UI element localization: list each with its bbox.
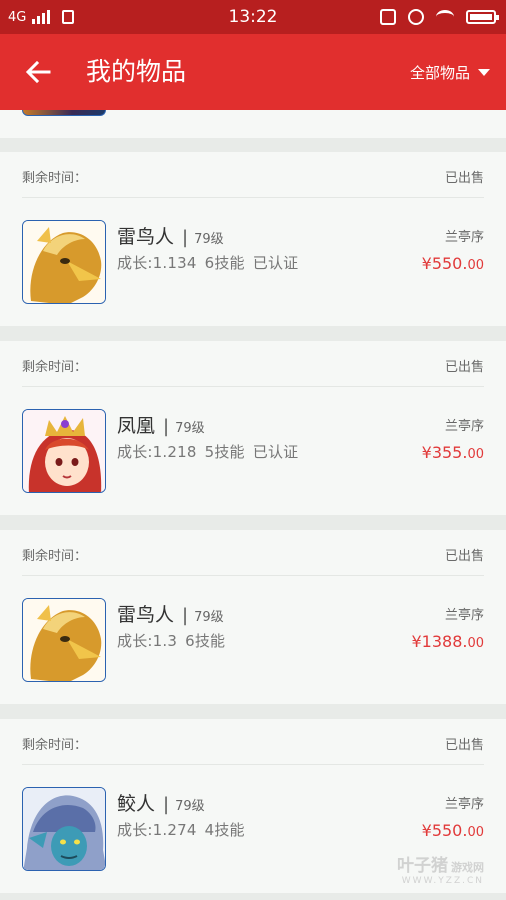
watermark-url: WWW.YZZ.CN xyxy=(401,876,484,886)
pet-level: 79级 xyxy=(175,421,205,436)
item-row[interactable]: 凤凰 | 79级 成长:1.218 5技能 已认证 兰亭序 ¥355.00 xyxy=(22,387,484,513)
pet-details: 成长:1.3 6技能 xyxy=(117,630,233,651)
pet-details: 成长:1.274 4技能 xyxy=(117,819,253,840)
list-item-partial[interactable] xyxy=(0,110,506,138)
skills: 6技能 xyxy=(185,632,226,650)
seller-name: 兰亭序 xyxy=(444,608,484,623)
watermark-sub: 游戏网 xyxy=(451,861,484,874)
seller-name: 兰亭序 xyxy=(444,797,484,812)
pet-name: 鲛人 xyxy=(117,793,156,815)
pet-level: 79级 xyxy=(194,232,224,247)
pet-name-line: 鲛人 | 79级 xyxy=(117,789,205,816)
thunderbird-pet-icon xyxy=(22,220,106,304)
price-cents: 00 xyxy=(467,636,484,651)
status-badge: 已出售 xyxy=(444,171,484,186)
arrow-left-icon xyxy=(25,60,51,84)
pet-level: 79级 xyxy=(194,610,224,625)
alarm-icon xyxy=(408,9,424,25)
skills: 5技能 xyxy=(204,443,245,461)
status-badge: 已出售 xyxy=(444,360,484,375)
filter-dropdown[interactable]: 全部物品 xyxy=(410,34,490,110)
price: ¥550.00 xyxy=(422,254,484,273)
thunderbird-avatar-art xyxy=(23,599,105,681)
caret-down-icon xyxy=(478,68,490,76)
watermark-brand: 叶子猪 xyxy=(397,856,448,876)
time-row: 剩余时间： 已出售 xyxy=(22,152,484,198)
price-cents: 00 xyxy=(467,258,484,273)
list-item[interactable]: 剩余时间： 已出售 雷鸟人 | 79级 成长:1.134 6技能已认证 兰亭序 xyxy=(0,152,506,326)
pet-name: 雷鸟人 xyxy=(117,604,175,626)
remaining-time-label: 剩余时间： xyxy=(22,360,88,375)
pet-name-line: 雷鸟人 | 79级 xyxy=(117,222,224,249)
growth: 成长:1.218 xyxy=(117,443,197,461)
growth: 成长:1.134 xyxy=(117,254,197,272)
list-item[interactable]: 剩余时间： 已出售 雷鸟人 | 79级 成长:1.3 6技能 兰亭序 ¥1388… xyxy=(0,530,506,704)
growth: 成长:1.274 xyxy=(117,821,197,839)
phoenix-pet-icon xyxy=(22,409,106,493)
price-cents: 00 xyxy=(467,825,484,840)
price-main: ¥550. xyxy=(421,821,468,840)
skills: 4技能 xyxy=(204,821,245,839)
wifi-icon xyxy=(436,10,454,24)
time-row: 剩余时间： 已出售 xyxy=(22,530,484,576)
avatar xyxy=(22,110,106,116)
seller-name: 兰亭序 xyxy=(444,230,484,245)
separator: | xyxy=(163,416,170,437)
growth: 成长:1.3 xyxy=(117,632,178,650)
pet-level: 79级 xyxy=(175,799,205,814)
vibrate-icon xyxy=(380,9,396,25)
price: ¥550.00 xyxy=(422,821,484,840)
skills: 6技能 xyxy=(204,254,245,272)
remaining-time-label: 剩余时间： xyxy=(22,738,88,753)
page-title: 我的物品 xyxy=(86,57,187,86)
certified-tag: 已认证 xyxy=(252,443,299,461)
price-main: ¥355. xyxy=(421,443,468,462)
price-main: ¥1388. xyxy=(411,632,468,651)
status-bar: 4G 13:22 xyxy=(0,0,506,34)
item-row[interactable]: 雷鸟人 | 79级 成长:1.134 6技能 已认证 兰亭序 ¥550.00 xyxy=(22,198,484,324)
seller-name: 兰亭序 xyxy=(444,419,484,434)
separator: | xyxy=(182,605,189,626)
pet-name: 雷鸟人 xyxy=(117,226,175,248)
battery-icon xyxy=(466,10,499,24)
pet-name: 凤凰 xyxy=(117,415,156,437)
item-list[interactable]: 剩余时间： 已出售 雷鸟人|79级 成长:1.1346技能已认证 兰亭序 xyxy=(0,110,506,900)
status-right xyxy=(380,0,499,34)
thunderbird-pet-icon xyxy=(22,598,106,682)
remaining-time-label: 剩余时间： xyxy=(22,171,88,186)
price: ¥355.00 xyxy=(422,443,484,462)
price-main: ¥550. xyxy=(421,254,468,273)
watermark: 叶子猪 游戏网 WWW.YZZ.CN xyxy=(397,851,484,886)
phoenix-avatar-art xyxy=(23,410,105,492)
thunderbird-avatar-art xyxy=(23,221,105,303)
price: ¥1388.00 xyxy=(411,632,484,651)
back-button[interactable] xyxy=(20,54,56,90)
separator: | xyxy=(163,794,170,815)
merman-pet-icon xyxy=(22,787,106,871)
pet-name-line: 雷鸟人 | 79级 xyxy=(117,600,224,627)
separator: | xyxy=(182,227,189,248)
list-item[interactable]: 剩余时间： 已出售 凤凰 | 79级 成长:1.218 5技能 已认证 兰亭序 … xyxy=(0,341,506,515)
filter-label: 全部物品 xyxy=(409,63,470,82)
app-bar: 我的物品 全部物品 xyxy=(0,34,506,110)
time-row: 剩余时间： 已出售 xyxy=(22,341,484,387)
status-badge: 已出售 xyxy=(444,738,484,753)
price-cents: 00 xyxy=(467,447,484,462)
pet-name-line: 凤凰 | 79级 xyxy=(117,411,205,438)
status-badge: 已出售 xyxy=(444,549,484,564)
item-row[interactable]: 雷鸟人 | 79级 成长:1.3 6技能 兰亭序 ¥1388.00 xyxy=(22,576,484,702)
time-row: 剩余时间： 已出售 xyxy=(22,719,484,765)
merman-avatar-art xyxy=(23,788,105,870)
certified-tag: 已认证 xyxy=(252,254,299,272)
pet-details: 成长:1.218 5技能 已认证 xyxy=(117,441,306,462)
pet-details: 成长:1.134 6技能 已认证 xyxy=(117,252,306,273)
remaining-time-label: 剩余时间： xyxy=(22,549,88,564)
